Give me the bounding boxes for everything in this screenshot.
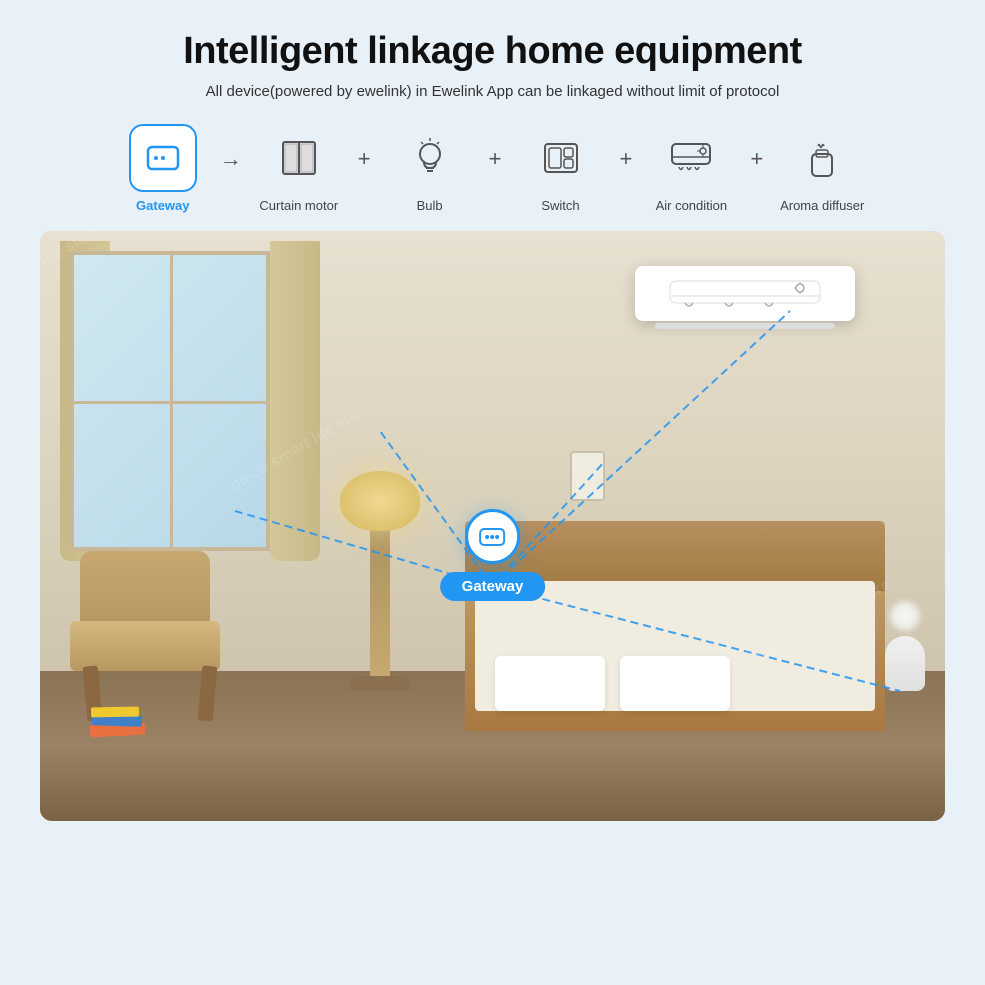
book3 [91, 707, 139, 718]
diffuser-mist [890, 601, 920, 631]
gateway-icon [142, 137, 184, 179]
device-gateway: Gateway [108, 124, 218, 213]
switch-icon [537, 134, 585, 182]
arrow-icon: → [220, 146, 242, 192]
wall-switch [570, 451, 605, 501]
air-condition-label: Air condition [656, 198, 728, 213]
device-switch: Switch [506, 124, 616, 213]
lamp-shade [340, 471, 420, 531]
room-gateway-icon [465, 509, 520, 564]
chair-leg2 [198, 665, 218, 721]
device-curtain-motor: Curtain motor [244, 124, 354, 213]
room-gateway-svg-icon [476, 521, 508, 553]
page-container: Intelligent linkage home equipment All d… [0, 0, 985, 985]
curtain-motor-label: Curtain motor [259, 198, 338, 213]
floor-lamp [370, 501, 390, 681]
bulb-icon-box [396, 124, 464, 192]
aroma-diffuser-icon-box [788, 124, 856, 192]
room-gateway-badge: Gateway [440, 572, 546, 601]
ac-unit-icon [665, 276, 825, 311]
plus-2: + [489, 146, 502, 192]
air-condition-icon-box [657, 124, 725, 192]
aroma-diffuser-icon [798, 134, 846, 182]
lamp-base [350, 676, 410, 691]
gateway-icon-box [129, 124, 197, 192]
device-aroma-diffuser: Aroma diffuser [767, 124, 877, 213]
room-gateway-device: Gateway [440, 509, 546, 601]
page-subtitle: All device(powered by ewelink) in Ewelin… [206, 83, 780, 100]
devices-row: Gateway → Curtain motor + [40, 124, 945, 213]
room-scene: Gateway gleco smart life store gleco sma… [40, 231, 945, 821]
switch-label: Switch [541, 198, 579, 213]
curtain-motor-icon [275, 134, 323, 182]
books [90, 701, 145, 736]
bulb-label: Bulb [417, 198, 443, 213]
bulb-icon [406, 134, 454, 182]
diffuser [880, 621, 930, 691]
device-bulb: Bulb [375, 124, 485, 213]
room-scene-container: Gateway gleco smart life store gleco sma… [40, 231, 945, 821]
bed-pillow2 [620, 656, 730, 711]
diffuser-body [885, 636, 925, 691]
chair [70, 551, 230, 721]
plus-1: + [358, 146, 371, 192]
page-title: Intelligent linkage home equipment [183, 30, 802, 73]
curtain-motor-icon-box [265, 124, 333, 192]
bed-pillow1 [495, 656, 605, 711]
curtain-right [270, 241, 320, 561]
plus-3: + [620, 146, 633, 192]
plus-4: + [750, 146, 763, 192]
window [70, 251, 270, 551]
switch-icon-box [527, 124, 595, 192]
aroma-diffuser-label: Aroma diffuser [780, 198, 864, 213]
device-air-condition: Air condition [636, 124, 746, 213]
chair-seat [70, 621, 220, 671]
ac-unit [635, 266, 855, 321]
air-condition-icon [667, 134, 715, 182]
gateway-label: Gateway [136, 198, 189, 213]
